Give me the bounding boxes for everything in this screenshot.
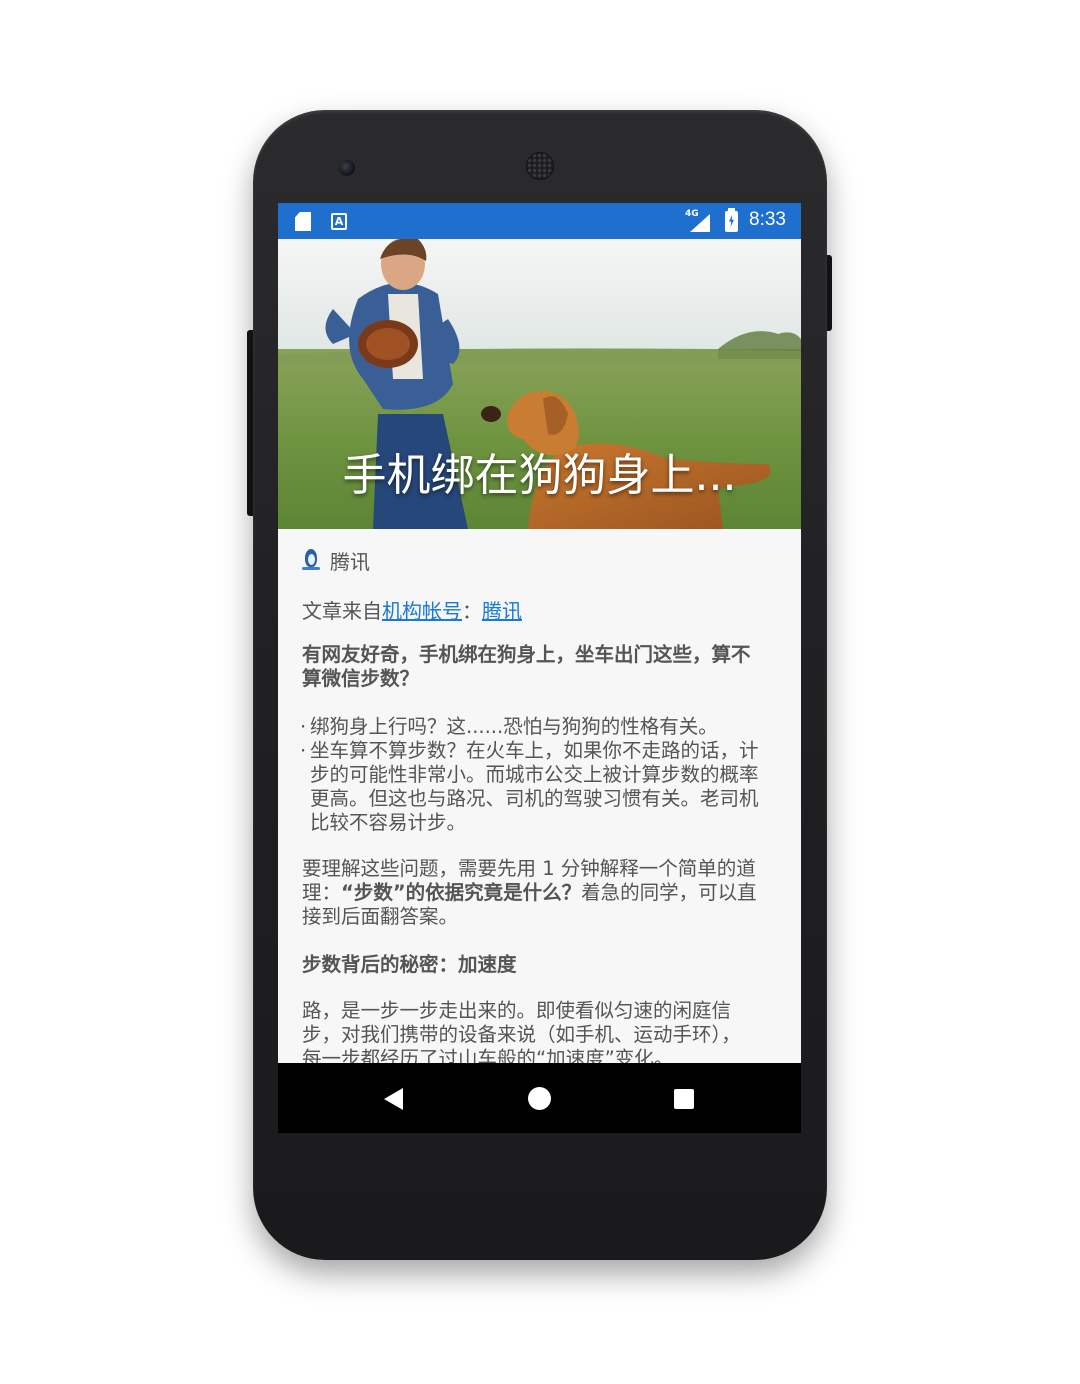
paragraph-line: 路，是一步一步走出来的。即使看似匀速的闲庭信 bbox=[302, 999, 732, 1022]
hero-title: 手机绑在狗狗身上... bbox=[342, 450, 737, 501]
section-heading: 步数背后的秘密：加速度 bbox=[302, 953, 517, 976]
list-item: 绑狗身上行吗？这......恐怕与狗狗的性格有关。 bbox=[300, 715, 782, 739]
meta-separator: ： bbox=[462, 599, 482, 623]
paragraph-line: 步，对我们携带的设备来说（如手机、运动手环）， bbox=[302, 1023, 741, 1046]
account-type-link[interactable]: 机构帐号 bbox=[382, 599, 462, 623]
sd-card-icon bbox=[295, 212, 311, 231]
paragraph-line: 每一步都经历了过山车般的“加速度”变化。 bbox=[302, 1047, 674, 1063]
article-source-meta: 文章来自机构帐号：腾讯 bbox=[302, 595, 522, 624]
status-time: 8:33 bbox=[749, 209, 786, 230]
list-item-line: 步的可能性非常小。而城市公交上被计算步数的概率 bbox=[310, 763, 759, 786]
bullet-list: 绑狗身上行吗？这......恐怕与狗狗的性格有关。 坐车算不算步数？在火车上，如… bbox=[300, 715, 782, 835]
list-item-line: 绑狗身上行吗？这......恐怕与狗狗的性格有关。 bbox=[310, 715, 718, 738]
source-account-link[interactable]: 腾讯 bbox=[482, 599, 522, 623]
paragraph-text: 着急的同学，可以直 bbox=[581, 881, 757, 904]
paragraph-text: 理： bbox=[302, 881, 342, 904]
article-content: 腾讯 文章来自机构帐号：腾讯 有网友好奇，手机绑在狗身上，坐车出门这些，算不 算… bbox=[278, 529, 801, 1063]
tencent-penguin-icon bbox=[302, 548, 320, 572]
source-row[interactable]: 腾讯 bbox=[302, 547, 370, 574]
body-paragraph: 路，是一步一步走出来的。即使看似匀速的闲庭信 步，对我们携带的设备来说（如手机、… bbox=[302, 999, 782, 1063]
question-paragraph: 有网友好奇，手机绑在狗身上，坐车出门这些，算不 算微信步数？ bbox=[302, 643, 782, 691]
device-mockup: A 4G 8:33 手机绑在狗狗身上... 腾讯 文章来自机构帐号：腾讯 有网友… bbox=[0, 0, 1080, 1384]
phone-screen: A 4G 8:33 手机绑在狗狗身上... 腾讯 文章来自机构帐号：腾讯 有网友… bbox=[278, 203, 801, 1133]
earpiece-speaker-icon bbox=[526, 152, 554, 180]
battery-charging-icon bbox=[725, 208, 738, 232]
list-item: 坐车算不算步数？在火车上，如果你不走路的话，计 步的可能性非常小。而城市公交上被… bbox=[300, 739, 782, 835]
list-item-line: 更高。但这也与路况、司机的驾驶习惯有关。老司机 bbox=[310, 787, 759, 810]
paragraph-line: 理：“步数”的依据究竟是什么？着急的同学，可以直 bbox=[302, 881, 782, 905]
question-line: 算微信步数？ bbox=[302, 667, 420, 690]
home-icon[interactable] bbox=[528, 1087, 551, 1110]
source-name: 腾讯 bbox=[330, 549, 370, 574]
paragraph-emphasis: “步数”的依据究竟是什么？ bbox=[341, 881, 582, 904]
list-item-line: 比较不容易计步。 bbox=[310, 811, 467, 834]
paragraph-line: 要理解这些问题，需要先用 1 分钟解释一个简单的道 bbox=[302, 857, 756, 880]
front-camera-icon bbox=[339, 160, 355, 176]
question-line: 有网友好奇，手机绑在狗身上，坐车出门这些，算不 bbox=[302, 643, 751, 666]
list-item-line: 坐车算不算步数？在火车上，如果你不走路的话，计 bbox=[310, 739, 759, 762]
explain-paragraph: 要理解这些问题，需要先用 1 分钟解释一个简单的道 理：“步数”的依据究竟是什么… bbox=[302, 857, 782, 929]
back-icon[interactable] bbox=[384, 1088, 403, 1110]
paragraph-line: 接到后面翻答案。 bbox=[302, 905, 459, 928]
a-notification-icon: A bbox=[331, 213, 347, 230]
hero-image: 手机绑在狗狗身上... bbox=[278, 239, 801, 529]
status-bar: A 4G 8:33 bbox=[278, 203, 801, 239]
navigation-bar bbox=[278, 1063, 801, 1133]
network-type: 4G bbox=[685, 209, 699, 219]
meta-prefix: 文章来自 bbox=[302, 599, 382, 623]
recents-icon[interactable] bbox=[674, 1089, 694, 1109]
